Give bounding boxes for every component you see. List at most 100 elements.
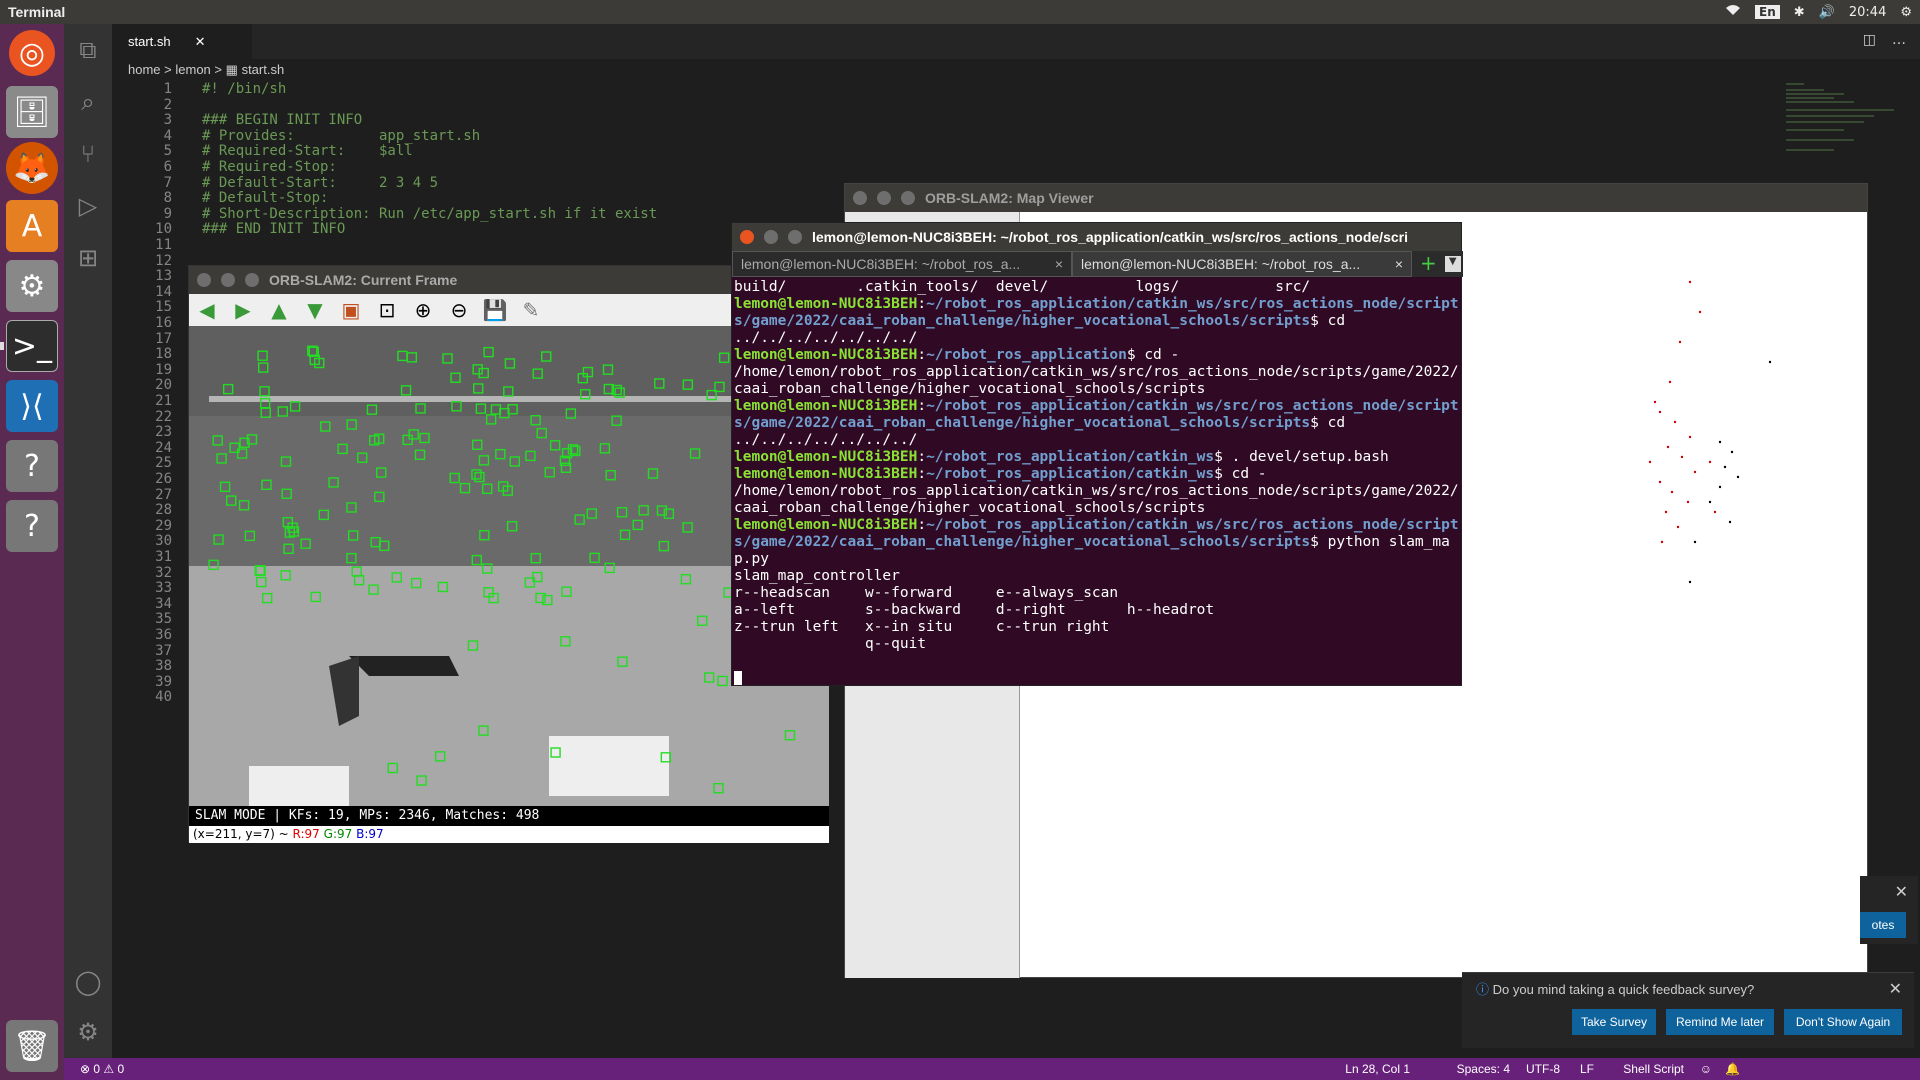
prompt-command: $ cd -: [1126, 347, 1180, 363]
breadcrumb-file[interactable]: start.sh: [242, 62, 285, 77]
dont-show-again-button[interactable]: Don't Show Again: [1784, 1009, 1902, 1035]
bluetooth-icon[interactable]: ✱: [1794, 5, 1805, 20]
more-actions-icon[interactable]: …: [1892, 32, 1906, 48]
properties-icon[interactable]: ✎: [519, 298, 543, 322]
zoom-in-icon[interactable]: ⊕: [411, 298, 435, 322]
prompt-user: lemon@lemon-NUC8i3BEH: [734, 398, 918, 414]
maximize-icon[interactable]: [788, 230, 802, 244]
power-gear-icon[interactable]: ⚙: [1900, 5, 1912, 20]
volume-icon[interactable]: 🔊: [1819, 5, 1835, 20]
terminal-output[interactable]: build/ .catkin_tools/ devel/ logs/ src/ …: [734, 279, 1461, 685]
terminal-line: q--quit: [734, 636, 927, 652]
terminal-tab-2[interactable]: lemon@lemon-NUC8i3BEH: ~/robot_ros_a... …: [1072, 251, 1412, 277]
ubuntu-logo-icon[interactable]: ◎: [9, 30, 55, 76]
indentation[interactable]: Spaces: 4: [1457, 1062, 1510, 1076]
explorer-icon[interactable]: ⧉: [64, 24, 112, 76]
prompt-user: lemon@lemon-NUC8i3BEH: [734, 517, 918, 533]
cursor-position[interactable]: Ln 28, Col 1: [1345, 1062, 1410, 1076]
arrow-left-icon[interactable]: ◀: [195, 298, 219, 322]
release-notes-button[interactable]: otes: [1860, 912, 1906, 938]
close-icon[interactable]: ✕: [1895, 882, 1908, 901]
terminal-window: lemon@lemon-NUC8i3BEH: ~/robot_ros_appli…: [731, 222, 1463, 686]
minimap[interactable]: [1784, 80, 1904, 170]
maximize-icon[interactable]: [245, 273, 259, 287]
wifi-icon[interactable]: [1725, 4, 1741, 20]
terminal-titlebar[interactable]: lemon@lemon-NUC8i3BEH: ~/robot_ros_appli…: [732, 223, 1461, 251]
save-icon[interactable]: 💾: [483, 298, 508, 322]
terminal-tab-1-label: lemon@lemon-NUC8i3BEH: ~/robot_ros_a...: [741, 256, 1021, 272]
close-icon[interactable]: [197, 273, 211, 287]
run-debug-icon[interactable]: ▷: [64, 180, 112, 232]
eol[interactable]: LF: [1580, 1062, 1594, 1076]
line-number: 40: [155, 689, 172, 706]
source-control-icon[interactable]: ⑂: [64, 128, 112, 180]
minimize-icon[interactable]: [877, 191, 891, 205]
prompt-user: lemon@lemon-NUC8i3BEH: [734, 347, 918, 363]
trash-icon[interactable]: 🗑: [6, 1020, 58, 1072]
clock[interactable]: 20:44: [1849, 5, 1886, 20]
close-icon[interactable]: [740, 230, 754, 244]
maximize-icon[interactable]: [901, 191, 915, 205]
breadcrumb: home > lemon > ▦ start.sh: [128, 62, 284, 78]
close-icon[interactable]: ×: [1055, 256, 1063, 272]
firefox-icon[interactable]: 🦊: [6, 142, 58, 194]
pixel-coords: (x=211, y=7) ~: [193, 827, 293, 841]
arrow-up-icon[interactable]: ▲: [267, 298, 291, 322]
tab-label: start.sh: [128, 34, 171, 49]
info-icon: ⓘ: [1476, 982, 1490, 997]
extensions-icon[interactable]: ⊞: [64, 232, 112, 284]
map-viewer-titlebar[interactable]: ORB-SLAM2: Map Viewer: [845, 184, 1867, 212]
file-manager-icon[interactable]: 🗄: [6, 86, 58, 138]
terminal-title: lemon@lemon-NUC8i3BEH: ~/robot_ros_appli…: [812, 229, 1408, 245]
remind-later-button[interactable]: Remind Me later: [1666, 1009, 1774, 1035]
minimize-icon[interactable]: [221, 273, 235, 287]
new-tab-icon[interactable]: +: [1420, 251, 1437, 277]
language-mode[interactable]: Shell Script: [1623, 1062, 1684, 1076]
notification-partial: ✕ otes: [1860, 876, 1918, 944]
software-center-icon[interactable]: A: [6, 200, 58, 252]
encoding[interactable]: UTF-8: [1526, 1062, 1560, 1076]
prompt-user: lemon@lemon-NUC8i3BEH: [734, 296, 918, 312]
tab-start-sh[interactable]: start.sh ✕: [112, 24, 252, 59]
account-icon[interactable]: ◯: [64, 956, 112, 1008]
keyboard-layout-indicator[interactable]: En: [1755, 5, 1780, 19]
breadcrumb-home[interactable]: home: [128, 62, 161, 77]
zoom-fit-icon[interactable]: ⊡: [375, 298, 399, 322]
problems-indicator[interactable]: ⊗ 0 ⚠ 0: [80, 1062, 124, 1076]
system-settings-icon[interactable]: ⚙: [6, 260, 58, 312]
editor-tabs: start.sh ✕ ◫ …: [112, 24, 1920, 59]
split-editor-icon[interactable]: ◫: [1863, 32, 1876, 48]
close-icon[interactable]: ✕: [195, 34, 206, 50]
vscode-icon[interactable]: ⟩⟨: [6, 380, 58, 432]
take-survey-button[interactable]: Take Survey: [1572, 1009, 1656, 1035]
launcher-active-indicator: [0, 342, 4, 350]
manage-gear-icon[interactable]: ⚙: [64, 1006, 112, 1058]
unknown-app-2-icon[interactable]: ?: [6, 500, 58, 552]
minimize-icon[interactable]: [764, 230, 778, 244]
terminal-tab-1[interactable]: lemon@lemon-NUC8i3BEH: ~/robot_ros_a... …: [732, 251, 1072, 277]
close-icon[interactable]: [853, 191, 867, 205]
tabs-menu-icon[interactable]: ▼: [1444, 256, 1461, 272]
code-line: ### END INIT INFO: [202, 221, 346, 238]
image-icon[interactable]: ▣: [339, 298, 363, 322]
arrow-right-icon[interactable]: ▶: [231, 298, 255, 322]
code-line: #! /bin/sh: [202, 81, 287, 97]
pixel-g: G:97: [323, 827, 353, 841]
search-icon[interactable]: ⌕: [64, 76, 112, 128]
notifications-bell-icon[interactable]: 🔔: [1725, 1062, 1740, 1076]
terminal-tab-2-label: lemon@lemon-NUC8i3BEH: ~/robot_ros_a...: [1081, 256, 1361, 272]
breadcrumb-lemon[interactable]: lemon: [175, 62, 210, 77]
close-icon[interactable]: ×: [1395, 256, 1403, 272]
current-frame-title: ORB-SLAM2: Current Frame: [269, 272, 458, 288]
close-icon[interactable]: ✕: [1889, 979, 1902, 998]
zoom-out-icon[interactable]: ⊖: [447, 298, 471, 322]
breadcrumb-separator: >: [214, 62, 223, 77]
feedback-icon[interactable]: ☺: [1700, 1062, 1712, 1076]
active-app-name[interactable]: Terminal: [0, 4, 65, 20]
terminal-tabs: lemon@lemon-NUC8i3BEH: ~/robot_ros_a... …: [732, 251, 1463, 277]
terminal-line: /home/lemon/robot_ros_application/catkin…: [734, 483, 1459, 516]
terminal-icon[interactable]: >_: [6, 320, 58, 372]
terminal-line: r--headscan w--forward e--always_scan: [734, 585, 1119, 601]
unknown-app-icon[interactable]: ?: [6, 440, 58, 492]
arrow-down-icon[interactable]: ▼: [303, 298, 327, 322]
